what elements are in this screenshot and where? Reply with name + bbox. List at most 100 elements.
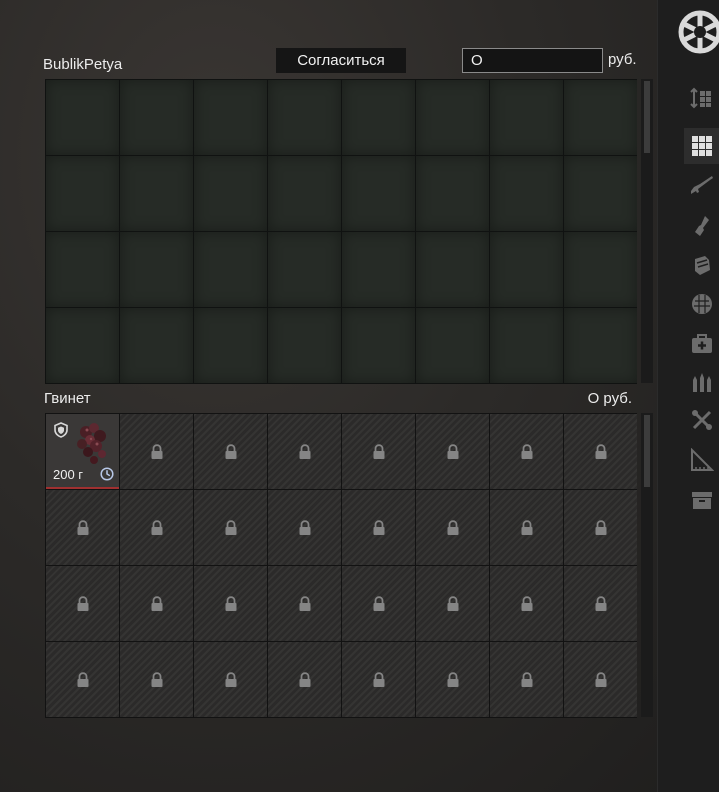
lock-icon [151,519,162,535]
locked-slot [416,414,489,489]
price-currency: руб. [608,51,637,68]
scroll-thumb[interactable] [644,415,650,487]
player-slot[interactable] [46,232,119,307]
player-slot[interactable] [416,232,489,307]
locked-slot [416,490,489,565]
player-slot[interactable] [120,80,193,155]
accept-button[interactable]: Согласиться [276,48,406,73]
locked-slot [564,642,637,717]
locked-slot [268,566,341,641]
locked-slot [342,414,415,489]
lock-icon [225,443,236,459]
tools-icon[interactable] [684,402,719,438]
locked-slot [564,414,637,489]
trader-grid-scrollbar[interactable] [641,413,653,717]
storage-icon[interactable] [684,482,719,518]
lock-icon [447,671,458,687]
locked-slot [120,642,193,717]
player-slot[interactable] [416,80,489,155]
side-panel [657,0,719,792]
player-slot[interactable] [268,156,341,231]
locked-slot [46,566,119,641]
locked-slot [194,566,267,641]
rifle-icon[interactable] [684,168,719,204]
ruler-icon[interactable] [684,442,719,478]
lock-icon [151,671,162,687]
grid-all-icon[interactable] [684,128,719,164]
player-slot[interactable] [342,308,415,383]
lock-icon [151,595,162,611]
lock-icon [225,595,236,611]
player-slot[interactable] [490,156,563,231]
trader-total: О руб. [587,390,632,407]
scroll-thumb[interactable] [644,81,650,153]
item-weight: 200 г [53,467,84,482]
player-slot[interactable] [120,156,193,231]
player-slot[interactable] [268,232,341,307]
lock-icon [299,671,310,687]
player-slot[interactable] [194,308,267,383]
lock-icon [447,443,458,459]
locked-slot [120,566,193,641]
player-slot[interactable] [342,156,415,231]
container-icon[interactable] [684,286,719,322]
player-slot[interactable] [46,156,119,231]
trade-item[interactable]: 200 г [46,414,119,489]
locked-slot [46,642,119,717]
lock-icon [77,519,88,535]
locked-slot [342,566,415,641]
lock-icon [373,595,384,611]
price-input[interactable] [462,48,603,73]
ammo-icon[interactable] [684,364,719,400]
locked-slot [194,642,267,717]
player-slot[interactable] [416,308,489,383]
locked-slot [564,490,637,565]
logo-icon [678,10,719,54]
player-slot[interactable] [490,80,563,155]
lock-icon [373,519,384,535]
armor-icon[interactable] [684,248,719,284]
player-slot[interactable] [342,80,415,155]
player-slot[interactable] [342,232,415,307]
trader-offer-grid[interactable]: 200 г [45,413,637,718]
player-slot[interactable] [564,232,637,307]
player-slot[interactable] [564,156,637,231]
lock-icon [521,595,532,611]
player-name: BublikPetya [43,56,123,73]
lock-icon [299,519,310,535]
lock-icon [225,671,236,687]
player-slot[interactable] [194,80,267,155]
medkit-icon[interactable] [684,326,719,362]
player-grid-scrollbar[interactable] [641,79,653,383]
player-slot[interactable] [416,156,489,231]
locked-slot [194,414,267,489]
player-slot[interactable] [46,80,119,155]
locked-slot [268,414,341,489]
player-slot[interactable] [268,308,341,383]
player-slot[interactable] [194,232,267,307]
locked-slot [120,414,193,489]
lock-icon [521,519,532,535]
trader-name: Гвинет [44,390,91,407]
player-slot[interactable] [490,232,563,307]
sort-icon[interactable] [684,80,719,116]
locked-slot [490,566,563,641]
player-offer-grid[interactable] [45,79,637,384]
player-slot[interactable] [564,80,637,155]
player-slot[interactable] [268,80,341,155]
player-slot[interactable] [490,308,563,383]
player-slot[interactable] [120,308,193,383]
locked-slot [416,566,489,641]
locked-slot [490,414,563,489]
lock-icon [373,671,384,687]
player-slot[interactable] [120,232,193,307]
lock-icon [77,595,88,611]
locked-slot [120,490,193,565]
locked-slot [490,490,563,565]
player-slot[interactable] [46,308,119,383]
player-slot[interactable] [564,308,637,383]
dried-berries-icon [77,423,106,464]
locked-slot [342,490,415,565]
player-slot[interactable] [194,156,267,231]
gear-icon[interactable] [684,208,719,244]
